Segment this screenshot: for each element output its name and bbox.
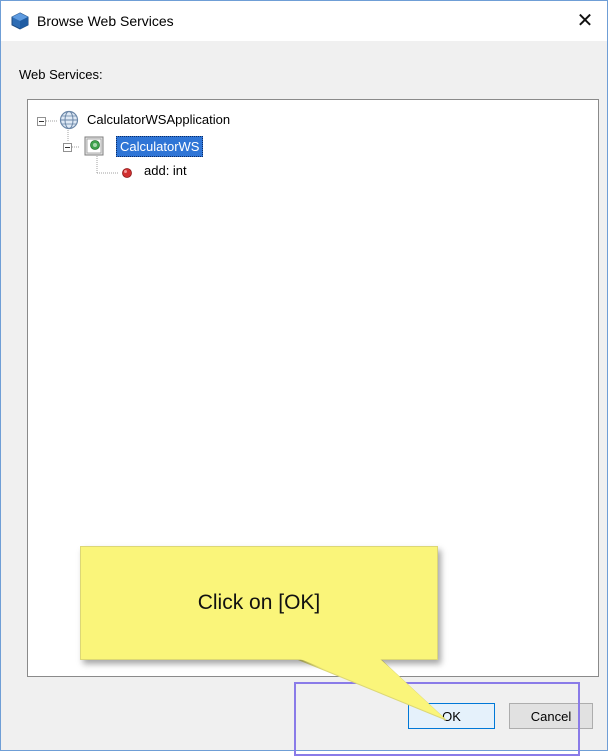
ok-highlight-box: [294, 682, 580, 756]
tree-toggle-application[interactable]: [37, 117, 46, 126]
callout-text: Click on [OK]: [197, 591, 321, 614]
title-bar: Browse Web Services ✕: [1, 1, 607, 41]
tree-item-application[interactable]: CalculatorWSApplication: [87, 112, 230, 127]
red-dot-icon: [122, 168, 132, 178]
tree-item-service-selected[interactable]: CalculatorWS: [116, 136, 204, 157]
instruction-callout: Click on [OK]: [80, 546, 438, 660]
window-title: Browse Web Services: [37, 13, 174, 29]
tree-toggle-service[interactable]: [63, 143, 72, 152]
close-icon: ✕: [576, 10, 594, 32]
close-button[interactable]: ✕: [567, 7, 603, 35]
globe-icon: [59, 110, 79, 130]
tree-item-operation[interactable]: add: int: [144, 163, 187, 178]
web-services-label: Web Services:: [19, 67, 103, 82]
app-cube-icon: [11, 12, 29, 30]
web-service-icon: [84, 136, 104, 156]
